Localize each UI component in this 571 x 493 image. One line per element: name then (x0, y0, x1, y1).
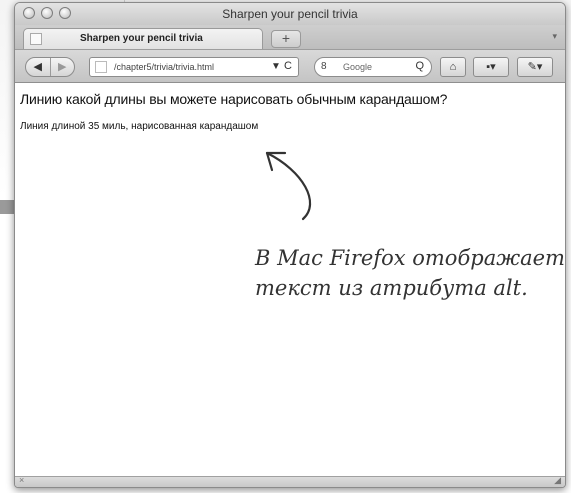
handwritten-annotation: В Mac Firefox отображает текст из атрибу… (255, 243, 565, 303)
nav-toolbar: ◀ ▶ /chapter5/trivia/trivia.html ▼ C 8 G… (15, 50, 565, 83)
window-title: Sharpen your pencil trivia (222, 7, 358, 21)
back-icon[interactable]: ◀ (26, 58, 50, 76)
tab-trivia[interactable]: Sharpen your pencil trivia (23, 28, 263, 49)
favicon-icon (30, 33, 42, 45)
site-icon (95, 61, 107, 73)
page-content: Линию какой длины вы можете нарисовать о… (15, 83, 565, 478)
search-engine-icon[interactable]: 8 (321, 61, 327, 72)
magnifier-icon[interactable]: Q (415, 60, 424, 72)
tab-bar: Sharpen your pencil trivia + ▾ (15, 25, 565, 50)
url-bar[interactable]: /chapter5/trivia/trivia.html ▼ C (89, 57, 299, 77)
close-icon[interactable]: × (19, 475, 24, 485)
url-text[interactable]: /chapter5/trivia/trivia.html (114, 62, 214, 72)
reload-icon[interactable]: C (284, 60, 292, 72)
image-alt-text: Линия длиной 35 миль, нарисованная каран… (20, 121, 259, 132)
status-bar: × ◢ (15, 475, 565, 487)
title-bar: Sharpen your pencil trivia (15, 3, 565, 25)
bookmarks-menu-icon[interactable]: ▪▾ (473, 57, 509, 77)
arrow-icon (265, 151, 312, 221)
tab-menu-icon[interactable]: ▾ (552, 31, 557, 42)
annotation-line-2: текст из атрибута alt. (255, 276, 528, 300)
resize-grip-icon[interactable]: ◢ (554, 475, 561, 486)
back-forward-group: ◀ ▶ (25, 57, 75, 77)
tab-label: Sharpen your pencil trivia (80, 33, 203, 44)
search-box[interactable]: 8 Google Q (314, 57, 432, 77)
forward-icon[interactable]: ▶ (49, 58, 75, 76)
trivia-question: Линию какой длины вы можете нарисовать о… (20, 91, 448, 107)
browser-window: Sharpen your pencil trivia Sharpen your … (14, 2, 566, 488)
home-icon[interactable]: ⌂ (440, 57, 466, 77)
new-tab-button[interactable]: + (271, 30, 301, 48)
bookmark-star-icon[interactable]: ▼ (271, 61, 281, 72)
annotation-line-1: В Mac Firefox отображает (255, 246, 565, 270)
addons-icon[interactable]: ✎▾ (517, 57, 553, 77)
search-placeholder: Google (343, 62, 373, 72)
